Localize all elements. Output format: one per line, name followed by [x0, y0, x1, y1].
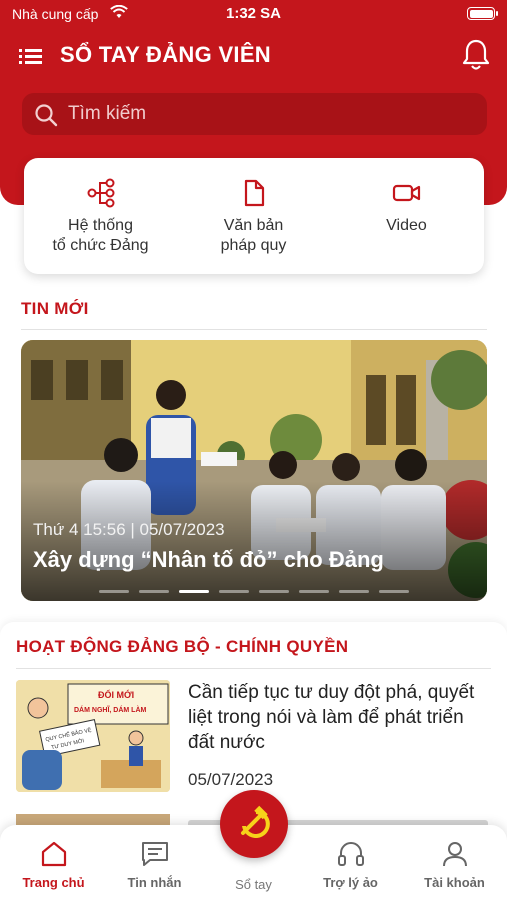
tab-messages[interactable]: Tin nhắn	[104, 825, 205, 900]
tab-label: Trợ lý ảo	[323, 875, 378, 890]
video-camera-icon	[392, 178, 422, 208]
featured-date: Thứ 4 15:56 | 05/07/2023	[33, 520, 225, 539]
carousel-dot[interactable]	[99, 590, 129, 593]
message-icon	[140, 839, 170, 869]
carousel-dot[interactable]	[219, 590, 249, 593]
search-input[interactable]	[68, 93, 468, 135]
carousel-dot[interactable]	[299, 590, 329, 593]
quick-link-party-organization[interactable]: Hệ thống tổ chức Đảng	[24, 158, 177, 274]
section-title-news: TIN MỚI	[21, 299, 89, 318]
tab-label: Trang chủ	[22, 875, 85, 890]
featured-headline: Xây dựng “Nhân tố đỏ” cho Đảng	[33, 547, 384, 572]
handbook-button[interactable]	[220, 790, 288, 858]
quick-links-card: Hệ thống tổ chức Đảng Văn bản pháp quy V…	[24, 158, 484, 274]
featured-news-card[interactable]: Thứ 4 15:56 | 05/07/2023 Xây dựng “Nhân …	[21, 340, 487, 601]
section-title-activities: HOẠT ĐỘNG ĐẢNG BỘ - CHÍNH QUYỀN	[16, 637, 349, 656]
user-icon	[440, 839, 470, 869]
tab-label: Sổ tay	[235, 877, 272, 892]
home-icon	[39, 839, 69, 869]
org-tree-icon	[86, 178, 116, 208]
thumb-text-1: ĐỔI MỚI	[98, 689, 134, 700]
carousel-dot[interactable]	[379, 590, 409, 593]
quick-link-label: Văn bản pháp quy	[220, 217, 287, 254]
bell-icon[interactable]	[461, 38, 491, 72]
article-title: Cần tiếp tục tư duy đột phá, quyết liệt …	[188, 682, 475, 753]
battery-icon	[467, 7, 498, 20]
quick-link-legal-documents[interactable]: Văn bản pháp quy	[177, 158, 330, 274]
divider	[16, 668, 491, 669]
tab-label: Tin nhắn	[127, 875, 182, 890]
search-bar[interactable]	[22, 93, 487, 135]
divider	[21, 329, 487, 330]
carousel-indicator[interactable]	[99, 590, 419, 594]
search-icon	[34, 103, 58, 132]
status-bar: Nhà cung cấp 1:32 SA	[0, 0, 507, 30]
carousel-dot[interactable]	[339, 590, 369, 593]
tab-account[interactable]: Tài khoản	[404, 825, 505, 900]
quick-link-label: Hệ thống tổ chức Đảng	[52, 217, 149, 254]
carousel-dot[interactable]	[179, 590, 209, 593]
tab-virtual-assistant[interactable]: Trợ lý ảo	[300, 825, 401, 900]
page-title: SỔ TAY ĐẢNG VIÊN	[60, 42, 271, 67]
article-item[interactable]: ĐỔI MỚI DÁM NGHĨ, DÁM LÀM QUY CHẾ BẢO VỆ…	[16, 680, 491, 800]
headset-icon	[336, 839, 366, 869]
carousel-dot[interactable]	[259, 590, 289, 593]
article-date: 05/07/2023	[188, 770, 274, 789]
clock: 1:32 SA	[225, 5, 282, 22]
document-icon	[239, 178, 269, 208]
hammer-sickle-icon	[241, 805, 270, 838]
featured-overlay	[21, 481, 487, 601]
tab-label: Tài khoản	[424, 875, 485, 890]
quick-link-video[interactable]: Video	[330, 158, 483, 274]
home-screen: Nhà cung cấp 1:32 SA SỔ TAY ĐẢNG VIÊN Tì…	[0, 0, 507, 900]
carousel-dot[interactable]	[139, 590, 169, 593]
top-bar: SỔ TAY ĐẢNG VIÊN	[0, 36, 507, 76]
article-thumbnail: ĐỔI MỚI DÁM NGHĨ, DÁM LÀM QUY CHẾ BẢO VỆ…	[16, 680, 170, 792]
menu-icon[interactable]	[18, 44, 44, 68]
thumb-text-2: DÁM NGHĨ, DÁM LÀM	[74, 705, 146, 714]
tab-home[interactable]: Trang chủ	[3, 825, 104, 900]
quick-link-label: Video	[386, 217, 427, 234]
